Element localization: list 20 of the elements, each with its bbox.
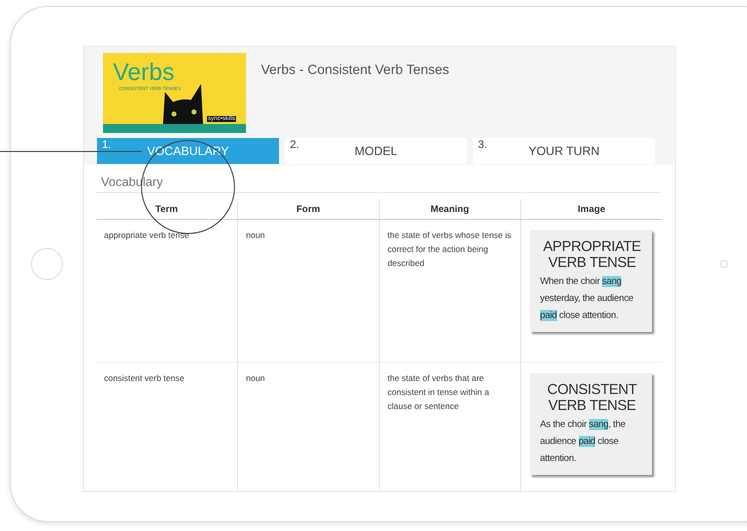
table-cell: appropriate verb tense — [96, 220, 238, 362]
card-title: CONSISTENT VERB TENSE — [546, 382, 638, 414]
table-cell: the state of verbs that are consistent in tense within a clause or sentence — [379, 362, 520, 491]
table-cell: noun — [238, 220, 379, 362]
cat-drawing — [161, 82, 205, 124]
table-cell: the state of verbs whose tense is correct for the action being described — [379, 220, 520, 362]
thumbnail-heading: Verbs — [113, 61, 174, 85]
column-header: Form — [238, 199, 379, 220]
table-cell: noun — [238, 362, 379, 491]
column-header: Image — [520, 199, 662, 220]
card-title: APPROPRIATE VERB TENSE — [542, 239, 642, 271]
lesson-title: Verbs - Consistent Verb Tenses — [261, 62, 450, 79]
column-header: Meaning — [379, 199, 520, 220]
home-button[interactable] — [31, 248, 63, 280]
column-header: Term — [96, 199, 238, 220]
step-tab[interactable]: 3. YOUR TURN — [473, 138, 655, 164]
sensor-dot — [720, 260, 728, 268]
table-cell: consistent verb tense — [96, 362, 238, 491]
step-tab[interactable]: 2. MODEL — [285, 138, 467, 164]
card-sentence: As the choir sang, the audience paid close attention. — [540, 418, 626, 466]
